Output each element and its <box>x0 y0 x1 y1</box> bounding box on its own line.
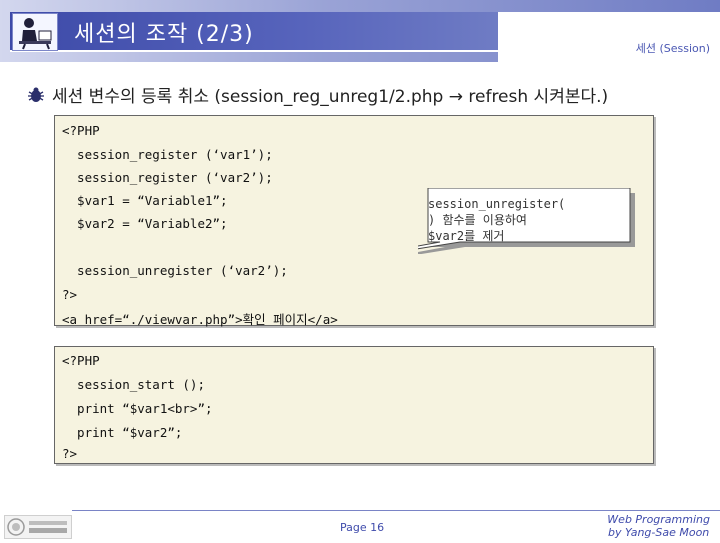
person-at-desk-icon <box>12 13 58 51</box>
code-line: print “$var1<br>”; <box>62 401 213 416</box>
credit-line: by Yang-Sae Moon <box>608 526 710 539</box>
code-line: $var2 = “Variable2”; <box>62 216 228 231</box>
code-line: ?> <box>62 287 78 302</box>
code-line: session_unregister (‘var2’); <box>62 263 288 278</box>
callout-line: $var2를 제거 <box>428 229 505 243</box>
callout-line: ) 함수를 이용하여 <box>428 213 527 227</box>
code-line: session_register (‘var1’); <box>62 147 273 162</box>
header-divider <box>10 50 498 52</box>
code-line: print “$var2”; <box>62 425 183 440</box>
code-line: <?PHP <box>62 353 100 368</box>
credit-line: Web Programming <box>607 513 710 526</box>
bug-bullet-icon <box>28 87 44 102</box>
footer-divider <box>72 510 720 511</box>
page-number: Page 16 <box>340 521 385 534</box>
page-title: 세션의 조작 (2/3) <box>74 22 254 47</box>
code-block-view: <?PHP session_start (); print “$var1<br>… <box>54 346 654 464</box>
code-line: session_register (‘var2’); <box>62 170 273 185</box>
code-line: session_start (); <box>62 377 205 392</box>
university-logo <box>4 515 72 539</box>
code-line: $var1 = “Variable1”; <box>62 193 228 208</box>
section-subtitle: 세션 (Session) <box>635 42 710 55</box>
footer-credit: Web Programming by Yang-Sae Moon <box>607 513 710 539</box>
bullet-text: 세션 변수의 등록 취소 (session_reg_unreg1/2.php →… <box>52 87 609 107</box>
code-line: <a href=“./viewvar.php”>확인 페이지</a> <box>62 312 338 327</box>
callout-text: session_unregister( ) 함수를 이용하여 $var2를 제거 <box>428 196 618 244</box>
code-line: ?> <box>62 446 78 461</box>
code-line: <?PHP <box>62 123 100 138</box>
bullet-item: 세션 변수의 등록 취소 (session_reg_unreg1/2.php →… <box>26 82 608 107</box>
callout-line: session_unregister( <box>428 197 566 211</box>
